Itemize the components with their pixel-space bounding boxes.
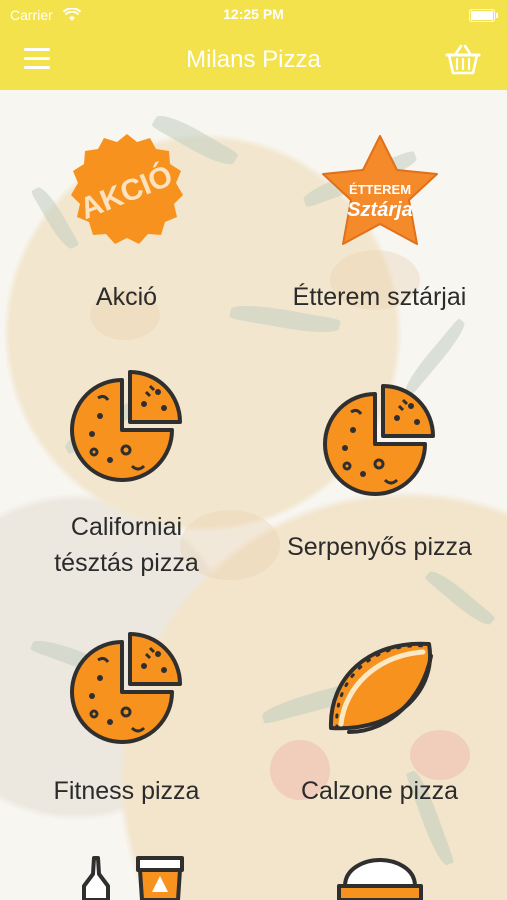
pizza-icon [70,370,182,482]
battery-icon [469,9,498,22]
category-californiai-tesztas-pizza[interactable]: Californiai tésztás pizza [0,360,253,590]
page-title: Milans Pizza [186,46,321,73]
calzone-icon [328,641,433,734]
category-label: Serpenyős pizza [287,533,472,561]
category-serpenyos-pizza[interactable]: Serpenyős pizza [253,360,506,590]
category-label: Calzone pizza [300,777,459,805]
clock: 12:25 PM [223,6,284,22]
category-fitness-pizza[interactable]: Fitness pizza [0,620,253,820]
category-drinks[interactable] [0,852,253,900]
category-desserts[interactable] [253,852,506,900]
star-badge-bottom-text: Sztárja [347,199,413,221]
category-akcio[interactable]: AKCIÓ Akció [0,120,253,320]
category-label-line2: tésztás pizza [54,549,199,577]
sale-badge-icon: AKCIÓ [71,134,183,244]
category-label: Fitness pizza [53,777,200,805]
pizza-icon [70,632,182,744]
star-badge-icon: ÉTTEREM Sztárja [322,135,438,245]
basket-icon[interactable] [445,43,481,77]
nav-bar: Milans Pizza [0,30,507,90]
category-label: Akció [95,283,158,311]
dessert-icon [337,858,423,900]
star-badge-top-text: ÉTTEREM [349,182,411,197]
category-label: Étterem sztárjai [292,283,467,311]
category-etterem-sztarjai[interactable]: ÉTTEREM Sztárja Étterem sztárjai [253,120,506,320]
drinks-icon [82,856,184,900]
status-bar: Carrier 12:25 PM [0,0,507,30]
category-calzone-pizza[interactable]: Calzone pizza [253,620,506,820]
pizza-icon [323,384,435,496]
category-grid: AKCIÓ Akció ÉTTEREM Sztárja Étterem sztá… [0,90,507,900]
category-label-line1: Californiai [70,513,183,541]
